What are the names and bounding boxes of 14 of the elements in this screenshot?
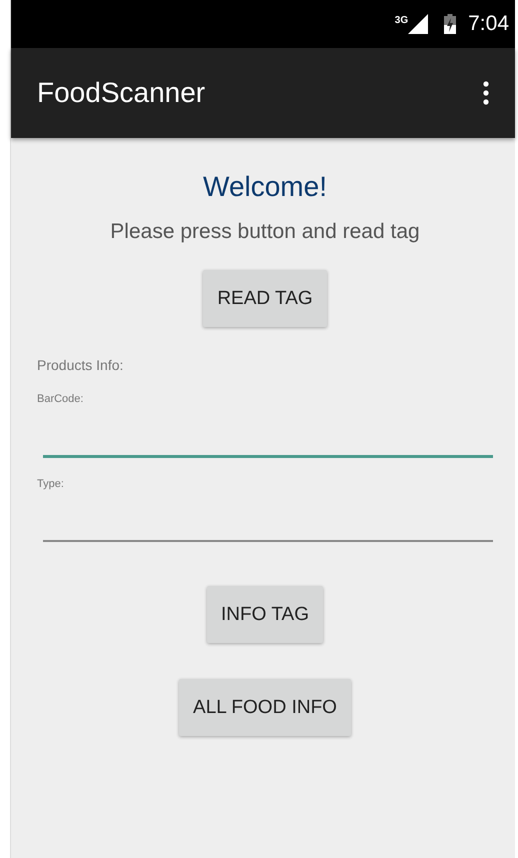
read-tag-button[interactable]: READ TAG bbox=[203, 270, 327, 327]
instruction-text: Please press button and read tag bbox=[109, 220, 421, 244]
all-food-info-button[interactable]: ALL FOOD INFO bbox=[179, 679, 351, 736]
battery-icon bbox=[444, 14, 456, 34]
app-title: FoodScanner bbox=[37, 77, 206, 109]
overflow-menu-icon[interactable] bbox=[483, 81, 489, 105]
clock: 7:04 bbox=[468, 12, 509, 36]
network-label: 3G bbox=[394, 15, 408, 26]
signal-icon bbox=[408, 14, 428, 34]
field-label: BarCode: bbox=[37, 393, 84, 405]
field-label: Type: bbox=[37, 478, 65, 490]
welcome-heading: Welcome! bbox=[202, 171, 328, 203]
info-tag-button[interactable]: INFO TAG bbox=[207, 586, 323, 643]
section-label: Products Info: bbox=[37, 357, 124, 373]
